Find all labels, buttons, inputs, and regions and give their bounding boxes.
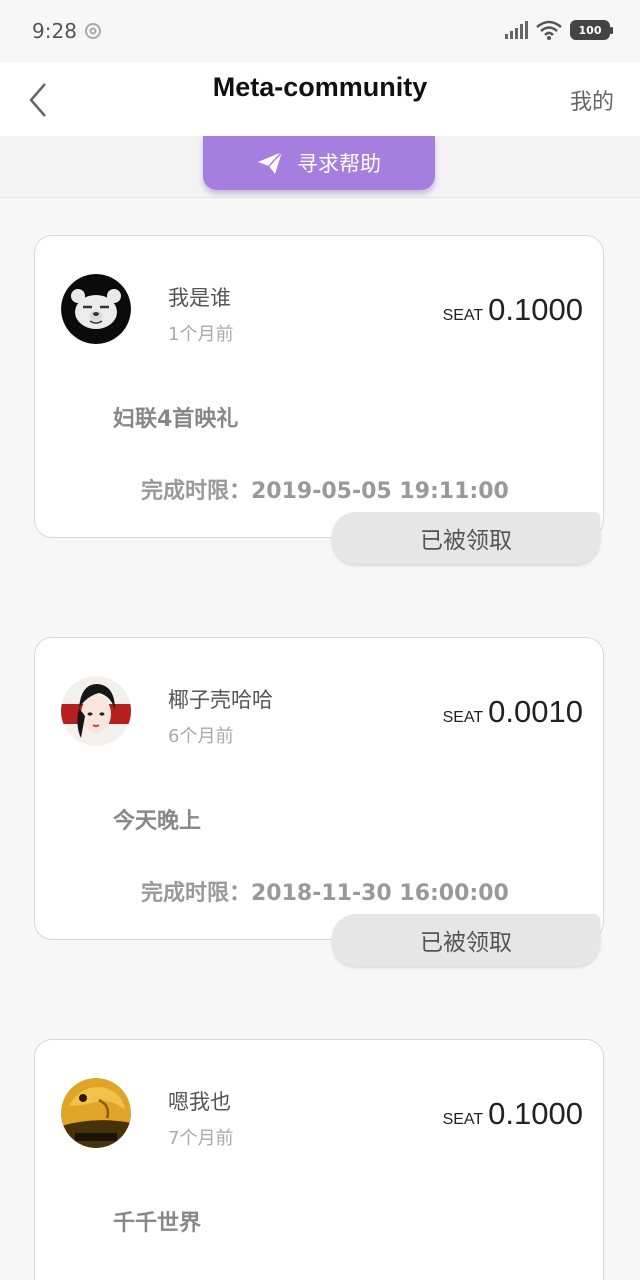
status-icons: 100 [504, 20, 613, 40]
deadline: 完成时限：2018-11-30 16:00:00 [141, 881, 509, 906]
post-card[interactable]: 嗯我也 7个月前 SEAT 0.1000 千千世界 [34, 1039, 604, 1280]
username: 嗯我也 [168, 1090, 231, 1114]
post-time: 7个月前 [168, 1128, 234, 1149]
status-time: 9:28 [32, 19, 77, 43]
bear-avatar-icon [61, 274, 131, 344]
task-title: 今天晚上 [113, 809, 202, 834]
claimed-status-label: 已被领取 [420, 528, 512, 554]
claimed-status-button[interactable]: 已被领取 [332, 512, 600, 564]
avatar [61, 676, 131, 746]
post-time: 6个月前 [168, 726, 234, 747]
reward-unit: SEAT [442, 1111, 484, 1128]
reward-amount: 0.0010 [488, 694, 583, 729]
signal-icon [505, 21, 528, 39]
page-title: Meta-community [212, 72, 428, 102]
battery-icon: 100 [570, 20, 613, 40]
battery-level: 100 [578, 23, 602, 37]
deadline: 完成时限：2019-05-05 19:11:00 [141, 479, 509, 504]
status-bar: 9:28 100 [0, 0, 640, 62]
task-title: 妇联4首映礼 [113, 407, 239, 432]
reward-amount: 0.1000 [488, 1096, 583, 1131]
avatar [61, 274, 131, 344]
reward: SEAT 0.0010 [443, 694, 583, 730]
claimed-status-label: 已被领取 [420, 930, 512, 956]
post-time: 1个月前 [168, 324, 234, 345]
reward-unit: SEAT [442, 709, 484, 726]
nav-bar: Meta-community 我的 [0, 62, 640, 136]
claimed-status-button[interactable]: 已被领取 [332, 914, 600, 966]
avatar [61, 1078, 131, 1148]
reward-amount: 0.1000 [488, 292, 583, 327]
post-card[interactable]: 椰子壳哈哈 6个月前 SEAT 0.0010 今天晚上 完成时限：2018-11… [34, 637, 604, 966]
seek-help-label: 寻求帮助 [297, 152, 381, 176]
wifi-icon [536, 20, 562, 40]
task-title: 千千世界 [113, 1211, 202, 1236]
reward: SEAT 0.1000 [443, 292, 583, 328]
username: 我是谁 [168, 286, 231, 310]
post-card[interactable]: 我是谁 1个月前 SEAT 0.1000 妇联4首映礼 完成时限：2019-05… [34, 235, 604, 564]
reward: SEAT 0.1000 [443, 1096, 583, 1132]
seek-help-button[interactable]: 寻求帮助 [203, 136, 435, 190]
sync-ring-icon [85, 23, 101, 39]
paper-plane-icon [258, 151, 283, 174]
yellow-avatar-icon [61, 1078, 131, 1148]
my-profile-link[interactable]: 我的 [570, 84, 614, 116]
girl-avatar-icon [61, 676, 131, 746]
reward-unit: SEAT [442, 307, 484, 324]
username: 椰子壳哈哈 [168, 688, 273, 712]
